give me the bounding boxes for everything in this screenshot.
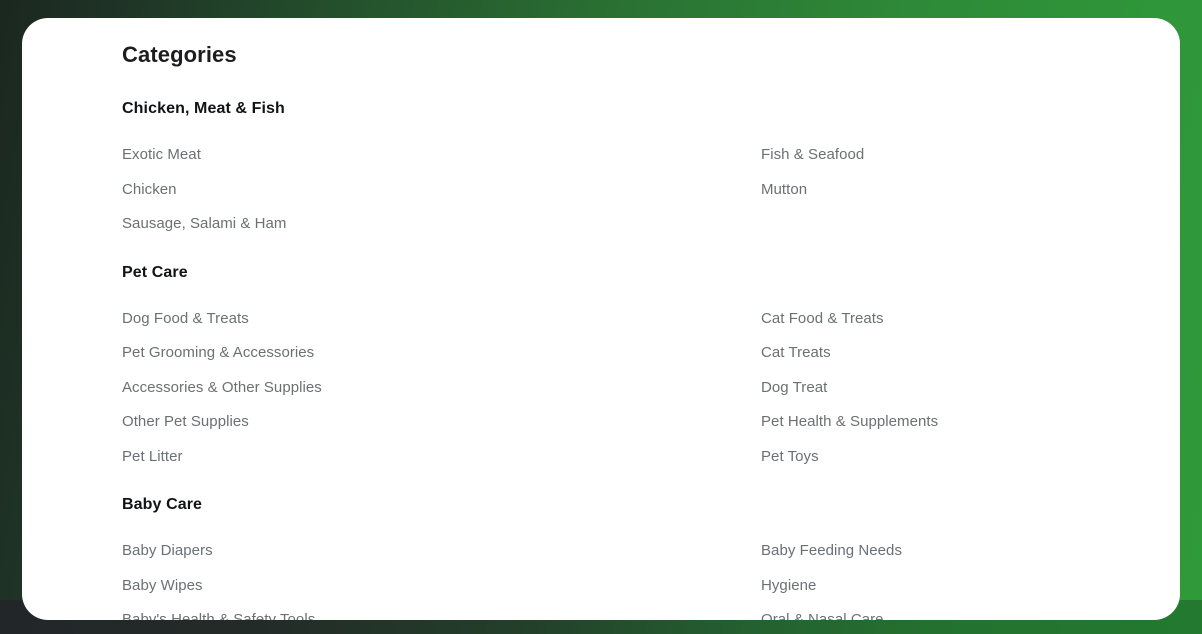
category-group-grid: Baby Diapers Baby Wipes Baby's Health & … xyxy=(122,534,1180,620)
category-group-baby-care: Baby Care Baby Diapers Baby Wipes Baby's… xyxy=(22,496,1180,620)
category-group-pet-care: Pet Care Dog Food & Treats Pet Grooming … xyxy=(22,264,1180,475)
category-column-right: Cat Food & Treats Cat Treats Dog Treat P… xyxy=(761,302,1180,475)
category-link[interactable]: Accessories & Other Supplies xyxy=(122,371,761,406)
category-link[interactable]: Pet Grooming & Accessories xyxy=(122,336,761,371)
categories-card: Categories Chicken, Meat & Fish Exotic M… xyxy=(22,18,1180,620)
category-link[interactable]: Baby Feeding Needs xyxy=(761,534,1180,569)
category-link[interactable]: Chicken xyxy=(122,173,761,208)
categories-card-content: Categories Chicken, Meat & Fish Exotic M… xyxy=(22,18,1180,620)
category-group-grid: Exotic Meat Chicken Sausage, Salami & Ha… xyxy=(122,138,1180,242)
category-link[interactable]: Dog Food & Treats xyxy=(122,302,761,337)
category-link[interactable]: Baby Diapers xyxy=(122,534,761,569)
category-group-title: Pet Care xyxy=(122,263,188,281)
category-link[interactable]: Other Pet Supplies xyxy=(122,405,761,440)
category-column-left: Baby Diapers Baby Wipes Baby's Health & … xyxy=(122,534,761,620)
category-column-left: Dog Food & Treats Pet Grooming & Accesso… xyxy=(122,302,761,475)
category-link[interactable]: Oral & Nasal Care xyxy=(761,603,1180,620)
category-group-title: Baby Care xyxy=(122,496,203,513)
category-link[interactable]: Baby's Health & Safety Tools xyxy=(122,603,761,620)
category-link[interactable]: Exotic Meat xyxy=(122,138,761,173)
category-column-right: Baby Feeding Needs Hygiene Oral & Nasal … xyxy=(761,534,1180,620)
category-link[interactable]: Sausage, Salami & Ham xyxy=(122,207,761,242)
category-link[interactable]: Pet Health & Supplements xyxy=(761,405,1180,440)
category-group-title: Chicken, Meat & Fish xyxy=(122,100,285,117)
category-link[interactable]: Fish & Seafood xyxy=(761,138,1180,173)
category-link[interactable]: Pet Toys xyxy=(761,440,1180,475)
category-link[interactable]: Pet Litter xyxy=(122,440,761,475)
category-link[interactable]: Baby Wipes xyxy=(122,569,761,604)
column-spacer xyxy=(761,207,1180,242)
category-group-grid: Dog Food & Treats Pet Grooming & Accesso… xyxy=(122,302,1180,475)
category-link[interactable]: Cat Food & Treats xyxy=(761,302,1180,337)
category-column-left: Exotic Meat Chicken Sausage, Salami & Ha… xyxy=(122,138,761,242)
category-group-chicken-meat-fish: Chicken, Meat & Fish Exotic Meat Chicken… xyxy=(22,100,1180,242)
category-link[interactable]: Hygiene xyxy=(761,569,1180,604)
category-column-right: Fish & Seafood Mutton xyxy=(761,138,1180,242)
category-link[interactable]: Dog Treat xyxy=(761,371,1180,406)
page-title: Categories xyxy=(122,42,237,67)
category-link[interactable]: Cat Treats xyxy=(761,336,1180,371)
category-link[interactable]: Mutton xyxy=(761,173,1180,208)
